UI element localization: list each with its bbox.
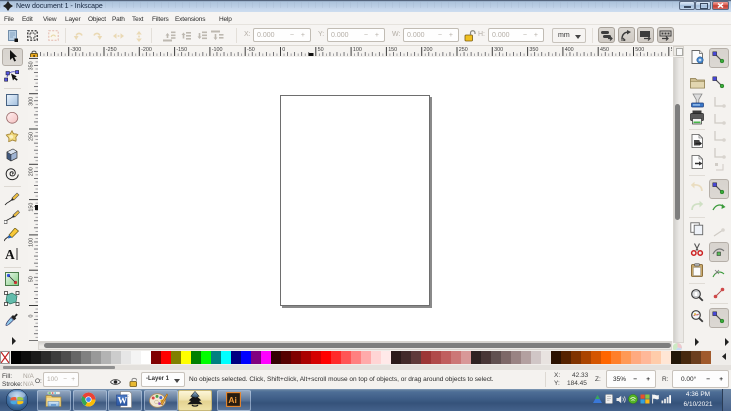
svg-text:0: 0 bbox=[29, 315, 35, 318]
svg-text:W: W bbox=[118, 397, 128, 407]
svg-text:300: 300 bbox=[494, 47, 503, 53]
svg-text:450: 450 bbox=[600, 47, 609, 53]
svg-text:-50: -50 bbox=[247, 47, 255, 53]
svg-text:150: 150 bbox=[29, 203, 35, 212]
svg-text:Ai: Ai bbox=[228, 395, 237, 405]
svg-text:200: 200 bbox=[29, 167, 35, 176]
svg-text:350: 350 bbox=[529, 47, 538, 53]
svg-text:350: 350 bbox=[29, 61, 35, 70]
svg-text:400: 400 bbox=[565, 47, 574, 53]
svg-text:100: 100 bbox=[29, 238, 35, 247]
svg-text:250: 250 bbox=[29, 132, 35, 141]
svg-text:100: 100 bbox=[353, 47, 362, 53]
svg-text:A: A bbox=[5, 247, 15, 261]
svg-text:500: 500 bbox=[635, 47, 644, 53]
svg-text:200: 200 bbox=[424, 47, 433, 53]
svg-text:250: 250 bbox=[459, 47, 468, 53]
svg-text:550: 550 bbox=[671, 47, 672, 53]
svg-text:150: 150 bbox=[388, 47, 397, 53]
svg-text:50: 50 bbox=[29, 276, 35, 282]
svg-text:0: 0 bbox=[282, 47, 285, 53]
svg-text:300: 300 bbox=[29, 97, 35, 106]
